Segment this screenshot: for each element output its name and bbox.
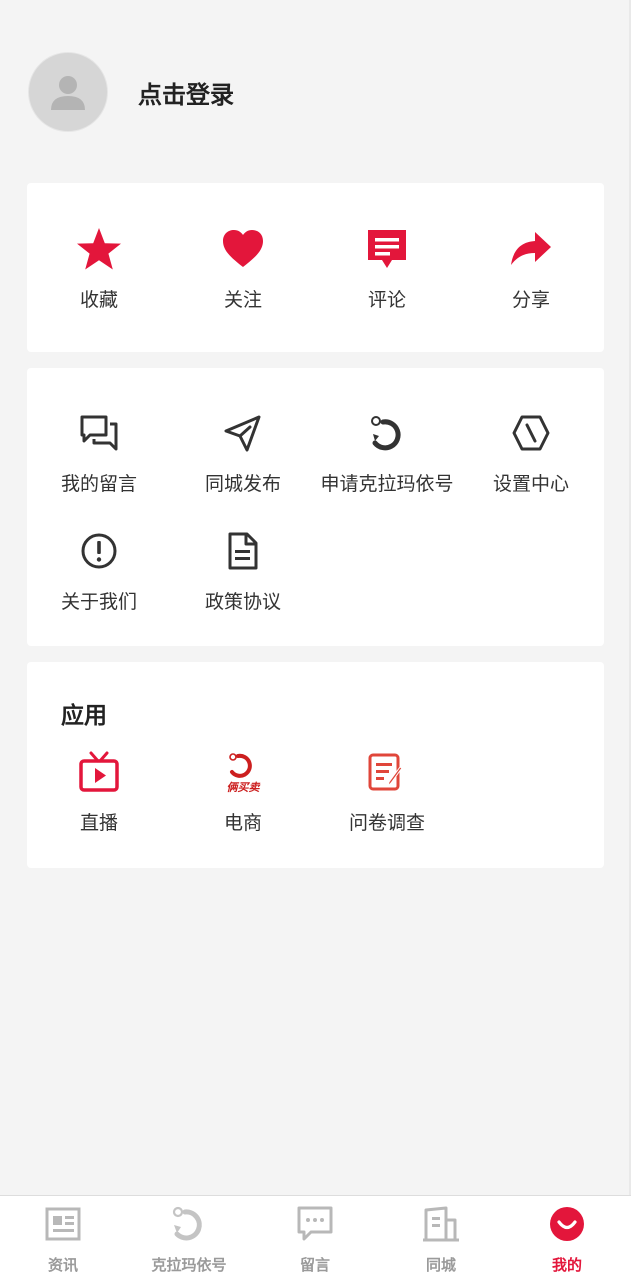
follow-button[interactable]: 关注 [171,227,315,312]
svg-text:俩买卖: 俩买卖 [227,781,262,794]
info-circle-icon [81,533,117,569]
city-building-icon [423,1206,459,1242]
tab-messages-label: 留言 [299,1256,330,1274]
survey-label: 问卷调查 [348,812,425,834]
tab-karamay[interactable]: 克拉玛依号 [126,1204,252,1275]
message-icon [297,1206,333,1241]
document-icon [228,532,258,570]
comment-icon [368,230,406,268]
survey-edit-icon [368,753,403,791]
tab-city[interactable]: 同城 [378,1204,504,1275]
karamay-logo-icon [172,1206,202,1241]
bottom-tab-bar: 资讯 克拉玛依号 留言 同城 我的 [0,1195,631,1280]
tab-news[interactable]: 资讯 [0,1204,126,1275]
apply-karamay-label: 申请克拉玛依号 [320,473,454,495]
settings-center-button[interactable]: 设置中心 [459,411,603,496]
city-post-button[interactable]: 同城发布 [171,411,315,496]
tab-city-label: 同城 [425,1256,456,1274]
my-messages-button[interactable]: 我的留言 [27,411,171,496]
user-placeholder-icon [51,76,85,110]
policy-agreement-button[interactable]: 政策协议 [171,529,315,614]
city-post-label: 同城发布 [204,473,281,495]
profile-header[interactable]: 点击登录 [28,51,234,133]
tab-messages[interactable]: 留言 [252,1204,378,1275]
ecommerce-label: 电商 [223,812,262,834]
apps-section-title: 应用 [61,703,107,729]
about-us-label: 关于我们 [60,591,137,613]
about-us-button[interactable]: 关于我们 [27,529,171,614]
tab-karamay-label: 克拉玛依号 [151,1256,227,1274]
policy-agreement-label: 政策协议 [204,591,281,613]
favorites-label: 收藏 [79,289,118,311]
comments-label: 评论 [367,289,406,311]
services-card: 我的留言 同城发布 申请克拉玛依号 设置中心 关于我们 政策协议 [27,368,604,646]
apps-card: 应用 直播 俩买卖 电商 问卷调查 [27,662,604,868]
live-stream-label: 直播 [79,812,118,834]
star-icon [77,228,121,270]
heart-icon [223,230,263,267]
karamay-logo-icon [371,416,401,451]
send-arrow-icon [224,415,261,452]
my-messages-label: 我的留言 [60,473,137,495]
share-label: 分享 [511,289,550,311]
tab-news-label: 资讯 [47,1256,78,1274]
smile-profile-icon [550,1207,584,1241]
apply-karamay-button[interactable]: 申请克拉玛依号 [315,411,459,496]
survey-button[interactable]: 问卷调查 [315,750,459,835]
ecommerce-button[interactable]: 俩买卖 电商 [171,750,315,835]
live-stream-button[interactable]: 直播 [27,750,171,835]
ecommerce-logo-icon: 俩买卖 [227,753,262,794]
settings-center-label: 设置中心 [492,473,569,495]
avatar[interactable] [28,52,108,132]
chat-bubbles-icon [80,415,118,451]
share-icon [511,232,551,265]
share-button[interactable]: 分享 [459,227,603,312]
quick-actions-card: 收藏 关注 评论 分享 [27,183,604,352]
tv-live-icon [79,751,119,792]
tab-mine-label: 我的 [551,1256,582,1274]
tab-mine[interactable]: 我的 [504,1204,630,1275]
comments-button[interactable]: 评论 [315,227,459,312]
favorites-button[interactable]: 收藏 [27,227,171,312]
follow-label: 关注 [223,289,262,311]
hexagon-settings-icon [512,415,550,451]
news-icon [45,1207,81,1241]
login-link[interactable]: 点击登录 [138,75,234,110]
